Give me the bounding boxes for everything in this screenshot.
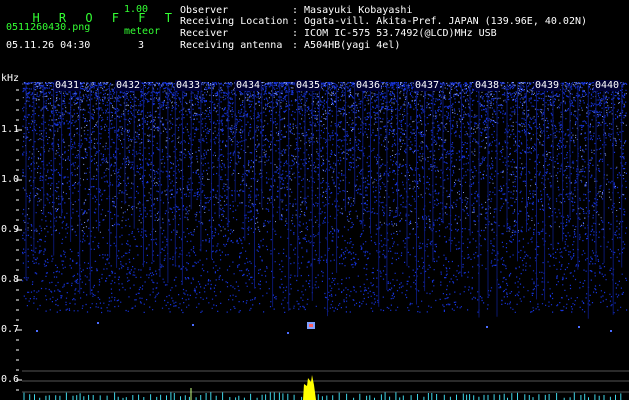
meteor-echo-core: [309, 324, 313, 327]
echo-dot: [287, 332, 289, 334]
time-label: 0439: [534, 80, 561, 91]
echo-dot: [486, 326, 488, 328]
time-label: 0438: [474, 80, 501, 91]
time-label: 0437: [414, 80, 441, 91]
y-tick-label: 0.8: [1, 274, 20, 285]
signal-baseline: [23, 392, 622, 400]
time-label: 0432: [115, 80, 142, 91]
y-tick-label: 1.0: [1, 174, 20, 185]
meteor-echo-burst: [303, 375, 316, 400]
echo-dot: [97, 322, 99, 324]
echo-dot: [192, 324, 194, 326]
spectrogram: [16, 82, 629, 400]
time-label: 0431: [54, 80, 81, 91]
time-label: 0434: [235, 80, 262, 91]
y-axis-unit: kHz: [1, 73, 20, 84]
time-label: 0433: [175, 80, 202, 91]
y-tick-label: 0.7: [1, 324, 20, 335]
echo-dot: [610, 330, 612, 332]
time-label: 0436: [355, 80, 382, 91]
y-tick-label: 0.6: [1, 374, 20, 385]
time-label: 0435: [295, 80, 322, 91]
echo-dot: [578, 326, 580, 328]
echo-dot: [36, 330, 38, 332]
y-tick-label: 0.9: [1, 224, 20, 235]
y-tick-label: 1.1: [1, 124, 20, 135]
time-label: 0440: [594, 80, 621, 91]
